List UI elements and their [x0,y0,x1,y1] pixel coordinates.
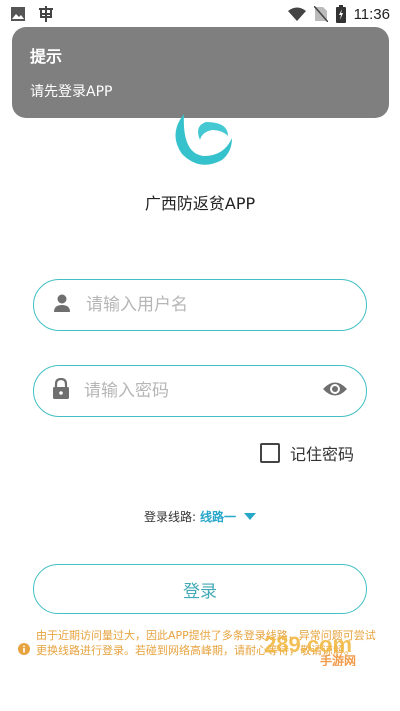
image-icon [10,6,26,22]
clock-time: 11:36 [353,5,390,23]
info-icon [18,643,30,659]
toast-message: 请先登录APP [30,84,113,100]
eye-icon[interactable] [322,380,348,402]
lock-icon [52,377,70,404]
user-icon [52,293,72,317]
no-sim-icon [313,6,328,22]
route-selector[interactable]: 登录线路: 线路一 [0,508,400,525]
login-button[interactable]: 登录 [33,564,367,614]
username-input[interactable] [86,295,348,315]
dropdown-caret-icon[interactable] [244,513,257,520]
toast-title: 提示 [30,47,63,66]
app-logo-icon [166,106,236,170]
password-input[interactable] [84,381,322,401]
watermark-logo: 289.com 手游网 [264,632,356,666]
route-label: 登录线路: [143,510,197,524]
remember-checkbox[interactable] [260,443,280,463]
username-field[interactable] [33,279,367,331]
bug-icon [36,5,56,23]
status-bar: 11:36 [0,0,400,28]
wifi-icon [287,7,306,21]
route-value[interactable]: 线路一 [200,508,236,525]
battery-charging-icon [335,5,346,23]
watermark-subtext: 手游网 [320,653,356,666]
app-name: 广西防返贫APP [144,194,256,213]
remember-label: 记住密码 [290,445,355,464]
password-field[interactable] [33,365,367,417]
toast-popup: 提示 请先登录APP [12,27,389,118]
remember-password-toggle[interactable]: 记住密码 [260,441,354,465]
